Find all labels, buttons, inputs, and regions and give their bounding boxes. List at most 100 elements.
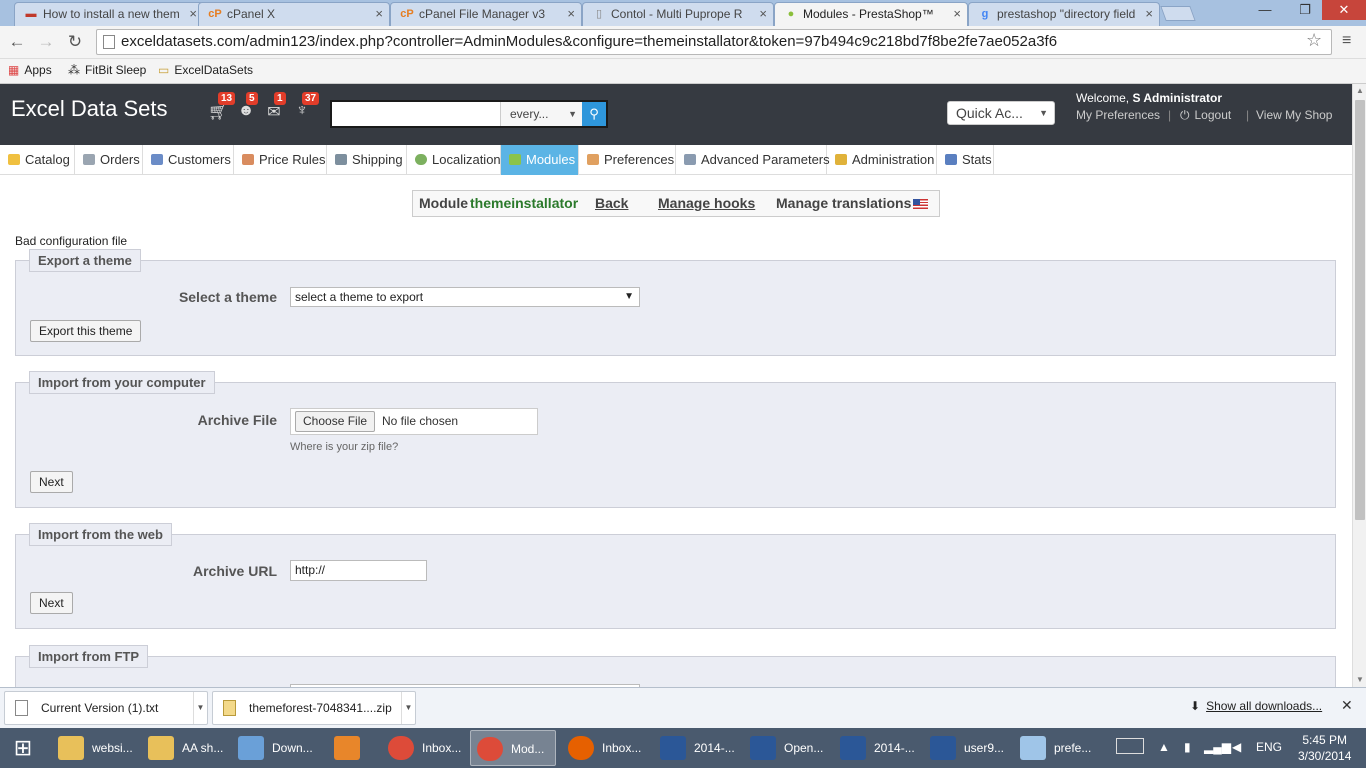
- close-icon[interactable]: ×: [1145, 3, 1153, 25]
- next-button[interactable]: Next: [30, 592, 73, 614]
- menu-stats[interactable]: Stats: [937, 145, 994, 175]
- taskbar-item[interactable]: websi...: [52, 730, 138, 766]
- language-indicator[interactable]: ENG: [1256, 740, 1282, 754]
- taskbar-item[interactable]: AA sh...: [142, 730, 228, 766]
- select-theme-label: Select a theme: [178, 289, 277, 305]
- browser-tab-3[interactable]: ▯ Contol - Multi Puprope R ×: [582, 2, 774, 26]
- windows-taskbar: ⊞ websi... AA sh... Down... Inbox... Mod…: [0, 728, 1366, 768]
- preferences-icon: [587, 154, 599, 165]
- menu-orders[interactable]: Orders: [75, 145, 143, 175]
- wrench-icon: [684, 154, 696, 165]
- back-link[interactable]: Back: [595, 191, 628, 216]
- browser-tab-0[interactable]: ▬ How to install a new them ×: [14, 2, 204, 26]
- chrome-menu-icon[interactable]: ≡: [1342, 32, 1351, 50]
- taskbar-item[interactable]: prefe...: [1014, 730, 1100, 766]
- us-flag-icon[interactable]: [913, 199, 928, 209]
- new-tab-button[interactable]: [1160, 6, 1196, 21]
- address-bar[interactable]: exceldatasets.com/admin123/index.php?con…: [96, 29, 1332, 55]
- browser-tab-1[interactable]: cP cPanel X ×: [198, 2, 390, 26]
- scrollbar-thumb[interactable]: [1355, 100, 1365, 520]
- logout-link[interactable]: ⏻ Logout: [1180, 108, 1231, 123]
- browser-tab-4[interactable]: ● Modules - PrestaShop™ ×: [774, 2, 968, 26]
- taskbar-item[interactable]: Mod...: [470, 730, 556, 766]
- taskbar-item[interactable]: [328, 730, 368, 766]
- taskbar-item[interactable]: Down...: [232, 730, 324, 766]
- minimize-icon[interactable]: —: [1250, 0, 1280, 20]
- next-button[interactable]: Next: [30, 471, 73, 493]
- menu-localization[interactable]: Localization: [407, 145, 501, 175]
- export-theme-button[interactable]: Export this theme: [30, 320, 142, 342]
- close-icon[interactable]: ×: [567, 3, 575, 25]
- close-icon[interactable]: ✕: [1341, 697, 1353, 714]
- signal-icon[interactable]: ▂▄▆: [1204, 740, 1231, 754]
- taskbar-label: Inbox...: [422, 741, 462, 755]
- folder-icon: [148, 736, 174, 760]
- theme-select[interactable]: select a theme to export ▼: [290, 287, 640, 307]
- browser-tab-2[interactable]: cP cPanel File Manager v3 ×: [390, 2, 582, 26]
- menu-label: Advanced Parameters: [701, 152, 830, 167]
- bookmark-exceldatasets[interactable]: ▭ ExcelDataSets: [158, 63, 253, 77]
- browser-tab-5[interactable]: g prestashop "directory field ×: [968, 2, 1160, 26]
- close-icon[interactable]: ×: [189, 3, 197, 25]
- taskbar-item[interactable]: Inbox...: [382, 730, 468, 766]
- orders-notification[interactable]: 🛒︎ 13: [208, 92, 236, 122]
- volume-icon[interactable]: ◀: [1232, 740, 1241, 754]
- menu-modules[interactable]: Modules: [501, 145, 579, 175]
- battery-icon[interactable]: ▮: [1184, 740, 1191, 754]
- taskbar-item[interactable]: Inbox...: [562, 730, 648, 766]
- archive-url-input[interactable]: http://: [290, 560, 427, 581]
- search-input[interactable]: [332, 102, 498, 126]
- download-item[interactable]: themeforest-7048341....zip ▼: [212, 691, 416, 725]
- firefox-icon: [568, 736, 594, 760]
- chevron-down-icon[interactable]: ▼: [193, 692, 207, 724]
- messages-notification[interactable]: ✉ 1: [264, 92, 286, 122]
- stats-notification[interactable]: ♆ 37: [292, 92, 320, 122]
- back-arrow-icon[interactable]: ←: [6, 32, 28, 52]
- menu-advanced-parameters[interactable]: Advanced Parameters: [676, 145, 830, 175]
- taskbar-item[interactable]: 2014-...: [834, 730, 920, 766]
- manage-hooks-link[interactable]: Manage hooks: [658, 191, 755, 216]
- page-scrollbar[interactable]: ▲ ▼: [1352, 84, 1366, 687]
- reload-icon[interactable]: ↻: [64, 32, 86, 52]
- export-theme-panel: Export a theme Select a theme select a t…: [15, 249, 1336, 356]
- scroll-up-icon[interactable]: ▲: [1353, 84, 1366, 98]
- scroll-down-icon[interactable]: ▼: [1353, 673, 1366, 687]
- restore-icon[interactable]: ❐: [1290, 0, 1320, 20]
- chevron-down-icon[interactable]: ▼: [401, 692, 415, 724]
- windows-start-icon[interactable]: ⊞: [8, 735, 38, 761]
- menu-administration[interactable]: Administration: [827, 145, 937, 175]
- menu-preferences[interactable]: Preferences: [579, 145, 676, 175]
- window-close-icon[interactable]: ✕: [1322, 0, 1366, 20]
- shop-name[interactable]: Excel Data Sets: [11, 96, 168, 122]
- choose-file-button[interactable]: Choose File: [295, 411, 376, 432]
- forward-arrow-icon[interactable]: →: [35, 32, 57, 52]
- show-all-downloads-link[interactable]: ⬇ Show all downloads...: [1190, 699, 1322, 713]
- my-preferences-link[interactable]: My Preferences: [1076, 108, 1160, 122]
- keyboard-icon[interactable]: [1116, 738, 1144, 754]
- search-button[interactable]: ⚲: [582, 102, 606, 126]
- bookmark-apps[interactable]: ▦ Apps: [8, 63, 52, 77]
- view-shop-link[interactable]: View My Shop: [1256, 108, 1332, 122]
- manage-translations-link[interactable]: Manage translations: [776, 191, 911, 216]
- quick-access-select[interactable]: Quick Ac... ▼: [947, 101, 1055, 125]
- menu-customers[interactable]: Customers: [143, 145, 234, 175]
- taskbar-item[interactable]: 2014-...: [654, 730, 740, 766]
- close-icon[interactable]: ×: [759, 3, 767, 25]
- menu-catalog[interactable]: Catalog: [0, 145, 75, 175]
- taskbar-item[interactable]: Open...: [744, 730, 830, 766]
- cart-icon: 🛒︎: [208, 104, 229, 121]
- search-scope-select[interactable]: every... ▼: [500, 102, 582, 126]
- close-icon[interactable]: ×: [953, 3, 961, 25]
- taskbar-label: Open...: [784, 741, 824, 755]
- show-hidden-icons[interactable]: ▲: [1158, 740, 1170, 754]
- download-item[interactable]: Current Version (1).txt ▼: [4, 691, 208, 725]
- taskbar-item[interactable]: user9...: [924, 730, 1010, 766]
- bookmark-fitbit[interactable]: ⁂ FitBit Sleep: [68, 63, 146, 77]
- system-clock[interactable]: 5:45 PM 3/30/2014: [1298, 732, 1351, 764]
- import-ftp-panel: Import from FTP: [15, 645, 1336, 687]
- close-icon[interactable]: ×: [375, 3, 383, 25]
- bookmark-star-icon[interactable]: ☆: [1306, 30, 1322, 51]
- menu-price-rules[interactable]: Price Rules: [234, 145, 327, 175]
- menu-shipping[interactable]: Shipping: [327, 145, 407, 175]
- customers-notification[interactable]: ☻ 5: [236, 92, 258, 122]
